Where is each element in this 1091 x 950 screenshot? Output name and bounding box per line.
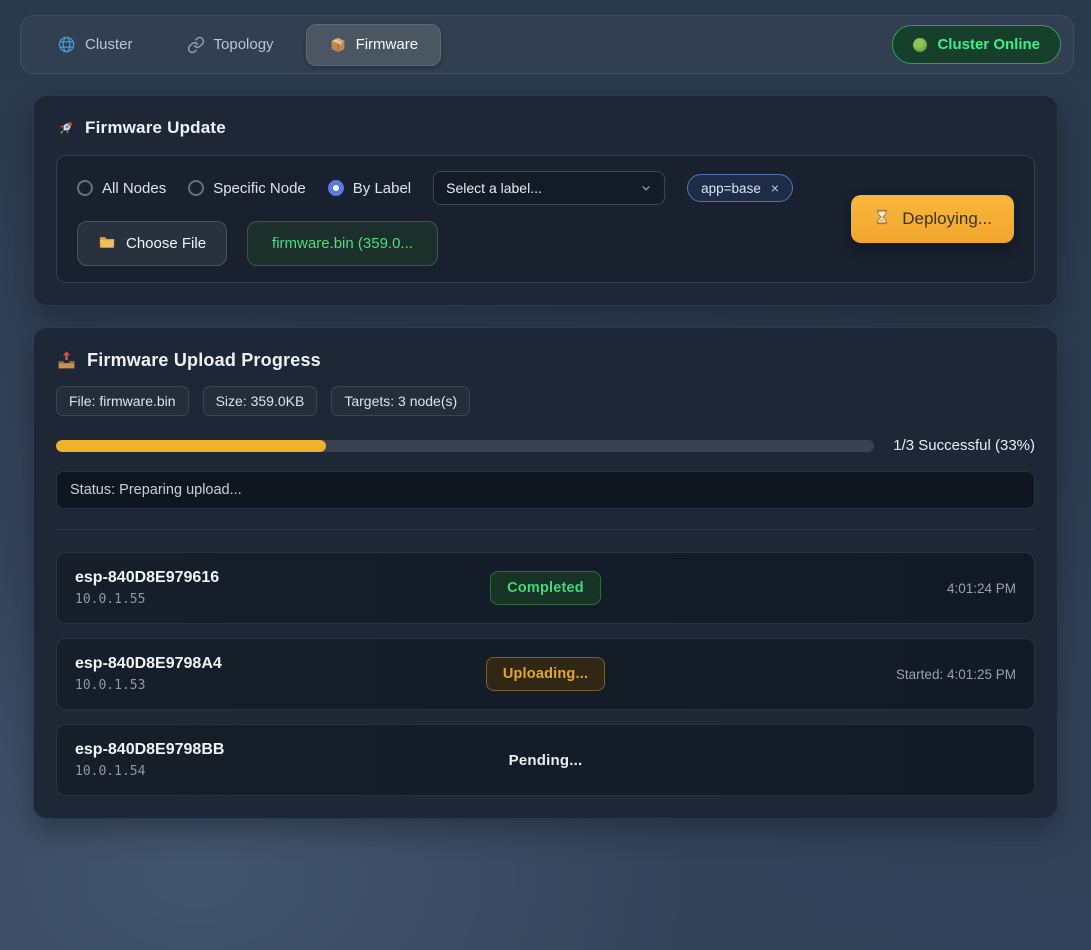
label-chip-text: app=base <box>701 181 761 196</box>
node-timestamp: Started: 4:01:25 PM <box>896 667 1016 682</box>
radio-circle-icon <box>77 180 93 196</box>
globe-icon <box>57 35 76 54</box>
node-name: esp-840D8E9798BB <box>75 741 509 759</box>
nav-tabs: Cluster Topology <box>35 24 441 66</box>
node-status: Uploading... <box>486 657 605 691</box>
node-name: esp-840D8E979616 <box>75 569 490 587</box>
upload-progress-card: Firmware Upload Progress File: firmware.… <box>33 327 1058 819</box>
radio-by-label[interactable]: By Label <box>328 180 411 197</box>
deploy-form: All Nodes Specific Node By Label Select … <box>56 155 1035 283</box>
app-screen: Cluster Topology <box>0 0 1091 950</box>
progress-fill <box>56 440 326 452</box>
radio-circle-icon <box>328 180 344 196</box>
radio-label: Specific Node <box>213 180 306 197</box>
node-timestamp: 4:01:24 PM <box>947 581 1016 596</box>
nav-tab-topology[interactable]: Topology <box>165 25 296 65</box>
status-badge: Completed <box>490 571 601 605</box>
node-status: Completed <box>490 571 601 605</box>
node-row: esp-840D8E9798BB 10.0.1.54 Pending... <box>56 724 1035 796</box>
progress-bar <box>56 440 874 452</box>
status-badge: Uploading... <box>486 657 605 691</box>
nav-tab-firmware[interactable]: Firmware <box>306 24 442 66</box>
nav-tab-label: Cluster <box>85 36 133 53</box>
nav-tab-cluster[interactable]: Cluster <box>35 24 155 65</box>
label-select[interactable]: Select a label... <box>433 171 665 205</box>
radio-label: All Nodes <box>102 180 166 197</box>
folder-icon <box>98 233 116 255</box>
nav-tab-label: Topology <box>214 36 274 53</box>
deploy-button-label: Deploying... <box>902 209 992 229</box>
package-icon <box>329 36 347 54</box>
node-ip: 10.0.1.54 <box>75 764 509 779</box>
file-name-badge: File: firmware.bin <box>56 386 189 416</box>
node-row: esp-840D8E979616 10.0.1.55 Completed 4:0… <box>56 552 1035 624</box>
choose-file-button[interactable]: Choose File <box>77 221 227 266</box>
radio-all-nodes[interactable]: All Nodes <box>77 180 166 197</box>
file-size-badge: Size: 359.0KB <box>203 386 318 416</box>
node-row: esp-840D8E9798A4 10.0.1.53 Uploading... … <box>56 638 1035 710</box>
radio-specific-node[interactable]: Specific Node <box>188 180 306 197</box>
node-info: esp-840D8E9798A4 10.0.1.53 <box>75 655 486 693</box>
status-badge: Pending... <box>509 744 583 777</box>
hourglass-icon <box>873 208 891 231</box>
cluster-status-badge: Cluster Online <box>892 25 1061 64</box>
outbox-tray-icon <box>56 350 77 371</box>
node-info: esp-840D8E979616 10.0.1.55 <box>75 569 490 607</box>
progress-label: 1/3 Successful (33%) <box>893 437 1035 454</box>
choose-file-label: Choose File <box>126 235 206 252</box>
label-chip: app=base × <box>687 174 793 202</box>
node-name: esp-840D8E9798A4 <box>75 655 486 673</box>
chip-remove-icon[interactable]: × <box>771 181 779 195</box>
radio-circle-icon <box>188 180 204 196</box>
selected-file-button[interactable]: firmware.bin (359.0... <box>247 221 438 266</box>
firmware-update-card: Firmware Update All Nodes Specific Node … <box>33 95 1058 306</box>
deploy-button[interactable]: Deploying... <box>851 195 1014 243</box>
link-icon <box>187 36 205 54</box>
node-ip: 10.0.1.53 <box>75 678 486 693</box>
radio-label: By Label <box>353 180 411 197</box>
rocket-icon <box>56 119 75 138</box>
node-status: Pending... <box>509 744 583 777</box>
firmware-update-title: Firmware Update <box>56 118 1035 138</box>
label-select-placeholder: Select a label... <box>446 180 542 196</box>
upload-progress-title-text: Firmware Upload Progress <box>87 350 321 371</box>
upload-progress-title: Firmware Upload Progress <box>56 350 1035 371</box>
node-info: esp-840D8E9798BB 10.0.1.54 <box>75 741 509 779</box>
upload-meta-badges: File: firmware.bin Size: 359.0KB Targets… <box>56 386 1035 416</box>
targets-badge: Targets: 3 node(s) <box>331 386 470 416</box>
status-message: Status: Preparing upload... <box>56 471 1035 509</box>
divider <box>56 529 1035 530</box>
node-ip: 10.0.1.55 <box>75 592 490 607</box>
nav-tab-label: Firmware <box>356 36 419 53</box>
top-nav: Cluster Topology <box>20 15 1074 74</box>
chevron-down-icon <box>640 182 652 194</box>
firmware-update-title-text: Firmware Update <box>85 118 226 138</box>
progress-row: 1/3 Successful (33%) <box>56 437 1035 454</box>
cluster-status-label: Cluster Online <box>937 36 1040 53</box>
online-dot-icon <box>913 38 927 52</box>
